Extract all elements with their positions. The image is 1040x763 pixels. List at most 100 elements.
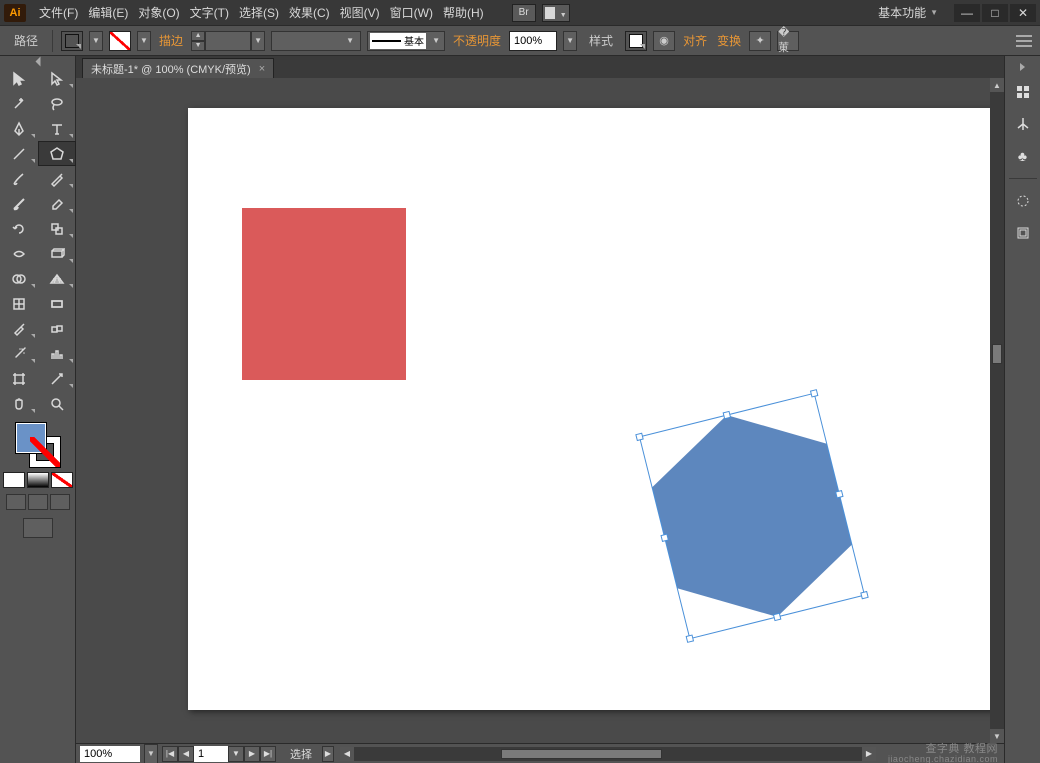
scroll-down-icon[interactable]: ▼ [990,729,1004,743]
artboard-tool[interactable] [0,366,38,391]
selection-handle[interactable] [861,592,868,599]
screen-mode-button[interactable] [23,518,53,538]
stroke-weight-field[interactable]: ▲▼ ▼ [191,31,265,51]
selection-tool[interactable] [0,66,38,91]
status-flyout-button[interactable]: ▶ [322,746,334,762]
fill-swatch[interactable] [61,31,83,51]
vertical-scrollbar[interactable]: ▲ ▼ [990,78,1004,743]
eraser-tool[interactable] [38,191,76,216]
perspective-grid-tool[interactable] [38,266,76,291]
last-artboard-button[interactable]: ▶| [260,746,276,762]
artboard-number-field[interactable]: 1 [194,746,228,762]
recolor-artwork-button[interactable]: ◉ [653,31,675,51]
canvas-viewport[interactable]: ▲ ▼ [76,78,1004,743]
type-tool[interactable] [38,116,76,141]
artboard-dropdown[interactable]: ▼ [228,746,244,762]
draw-behind-button[interactable] [28,494,48,510]
color-mode-button[interactable] [3,472,25,488]
brushes-panel-icon[interactable] [1011,189,1035,213]
lasso-tool[interactable] [38,91,76,116]
line-tool[interactable] [0,141,38,166]
color-panel-icon[interactable] [1011,80,1035,104]
isolate-button[interactable]: ✦ [749,31,771,51]
opacity-label[interactable]: 不透明度 [451,32,503,49]
menu-edit[interactable]: 编辑(E) [83,0,133,25]
opacity-dropdown[interactable]: ▼ [563,31,577,51]
opacity-value[interactable]: 100% [509,31,557,51]
magic-wand-tool[interactable] [0,91,38,116]
eyedropper-tool[interactable] [0,316,38,341]
scroll-thumb[interactable] [992,344,1002,364]
menu-select[interactable]: 选择(S) [234,0,284,25]
menu-file[interactable]: 文件(F) [34,0,83,25]
red-rectangle-shape[interactable] [242,208,406,380]
draw-inside-button[interactable] [50,494,70,510]
workspace-switcher[interactable]: 基本功能 ▼ [870,4,946,21]
rotate-tool[interactable] [0,216,38,241]
stroke-weight-value[interactable] [205,31,251,51]
first-artboard-button[interactable]: |◀ [162,746,178,762]
gradient-mode-button[interactable] [27,472,49,488]
selection-handle[interactable] [636,433,643,440]
stroke-swatch-none[interactable] [109,31,131,51]
mesh-tool[interactable] [0,291,38,316]
hexagon-shape[interactable] [640,393,865,638]
stroke-dropdown[interactable]: ▼ [137,31,151,51]
scroll-right-icon[interactable]: ▶ [862,747,876,761]
shape-builder-tool[interactable] [0,266,38,291]
variable-width-profile[interactable]: ▼ [271,31,361,51]
color-guide-panel-icon[interactable] [1011,112,1035,136]
scroll-up-icon[interactable]: ▲ [990,78,1004,92]
tab-close-icon[interactable]: × [259,63,265,75]
arrange-documents-button[interactable]: ▼ [542,4,570,22]
stroke-proxy-icon[interactable] [29,436,61,468]
prev-artboard-button[interactable]: ◀ [178,746,194,762]
selection-handle[interactable] [686,635,693,642]
swatches-panel-icon[interactable]: ♣ [1011,144,1035,168]
next-artboard-button[interactable]: ▶ [244,746,260,762]
maximize-button[interactable]: □ [982,4,1008,22]
zoom-tool[interactable] [38,391,76,416]
blend-tool[interactable] [38,316,76,341]
free-transform-tool[interactable] [38,241,76,266]
zoom-dropdown[interactable]: ▼ [144,744,158,763]
pen-tool[interactable] [0,116,38,141]
hscroll-thumb[interactable] [501,749,662,759]
menu-view[interactable]: 视图(V) [335,0,385,25]
style-swatch[interactable] [625,31,647,51]
fill-stroke-proxy[interactable] [15,422,61,468]
brush-definition[interactable]: 基本 ▼ [367,31,445,51]
blob-brush-tool[interactable] [0,191,38,216]
selection-handle[interactable] [723,411,730,418]
draw-normal-button[interactable] [6,494,26,510]
pencil-tool[interactable] [38,166,76,191]
scale-tool[interactable] [38,216,76,241]
symbol-sprayer-tool[interactable] [0,341,38,366]
direct-selection-tool[interactable] [38,66,76,91]
document-tab[interactable]: 未标题-1* @ 100% (CMYK/预览) × [82,58,274,78]
menu-effect[interactable]: 效果(C) [284,0,335,25]
align-label[interactable]: 对齐 [681,32,709,49]
fill-dropdown[interactable]: ▼ [89,31,103,51]
align-to-button[interactable]: �菄 [777,31,799,51]
symbols-panel-icon[interactable] [1011,221,1035,245]
options-flyout-icon[interactable] [1016,33,1032,49]
selection-handle[interactable] [774,613,781,620]
horizontal-scrollbar[interactable]: ◀ ▶ [340,747,876,761]
artboard[interactable] [188,108,1004,710]
selection-handle[interactable] [811,390,818,397]
menu-window[interactable]: 窗口(W) [385,0,438,25]
menu-type[interactable]: 文字(T) [185,0,234,25]
hand-tool[interactable] [0,391,38,416]
transform-label[interactable]: 变换 [715,32,743,49]
width-tool[interactable] [0,241,38,266]
selection-handle[interactable] [661,534,668,541]
stroke-label[interactable]: 描边 [157,32,185,49]
menu-object[interactable]: 对象(O) [133,0,184,25]
polygon-tool[interactable] [38,141,76,166]
paintbrush-tool[interactable] [0,166,38,191]
menu-help[interactable]: 帮助(H) [438,0,489,25]
tool-panel-collapse[interactable] [0,56,75,66]
gradient-tool[interactable] [38,291,76,316]
column-graph-tool[interactable] [38,341,76,366]
